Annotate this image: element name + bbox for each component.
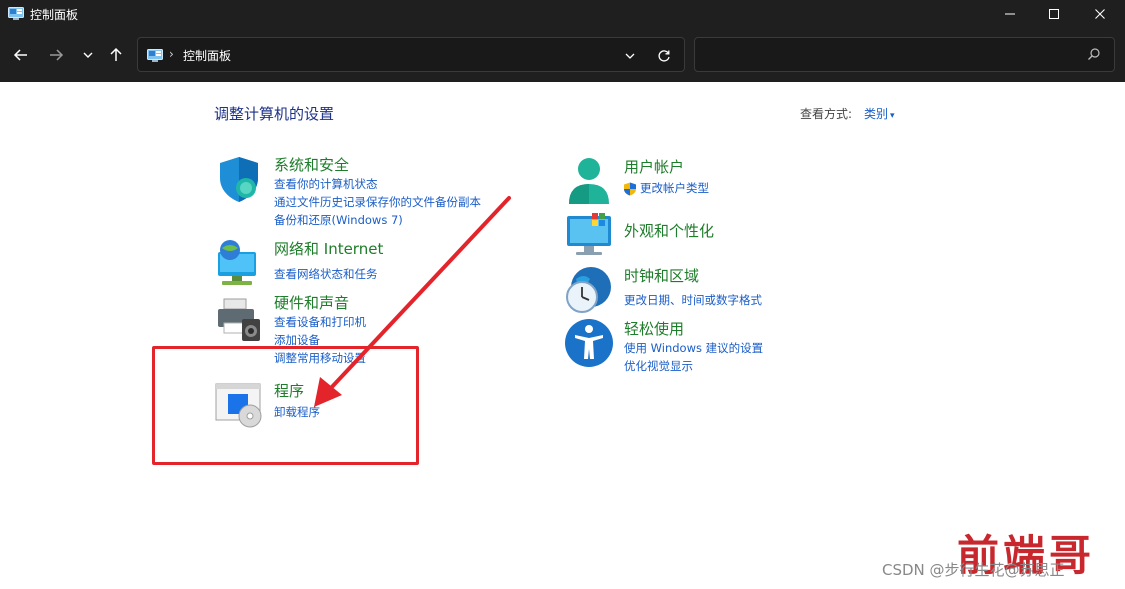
control-panel-icon bbox=[8, 7, 24, 20]
category-title-ease-of-access[interactable]: 轻松使用 bbox=[624, 318, 684, 339]
forward-button[interactable] bbox=[43, 42, 69, 68]
breadcrumb-control-panel[interactable]: 控制面板 bbox=[183, 47, 231, 64]
category-title-user-accounts[interactable]: 用户帐户 bbox=[624, 156, 684, 177]
minimize-button[interactable] bbox=[987, 0, 1033, 28]
minimize-icon bbox=[1005, 13, 1015, 15]
link-date-time-format[interactable]: 更改日期、时间或数字格式 bbox=[624, 292, 762, 308]
link-view-computer-status[interactable]: 查看你的计算机状态 bbox=[274, 176, 378, 192]
back-button[interactable] bbox=[8, 42, 34, 68]
title-bar: 控制面板 bbox=[0, 0, 1125, 28]
link-devices-printers[interactable]: 查看设备和打印机 bbox=[274, 314, 366, 330]
address-dropdown-button[interactable] bbox=[620, 46, 640, 66]
view-by-dropdown[interactable]: 类别 ▾ bbox=[864, 105, 895, 122]
back-arrow-icon bbox=[13, 49, 27, 61]
category-title-hardware-sound[interactable]: 硬件和声音 bbox=[274, 292, 349, 313]
page-title: 调整计算机的设置 bbox=[214, 105, 335, 123]
breadcrumb-separator[interactable]: › bbox=[169, 47, 174, 61]
link-change-account-type[interactable]: 更改帐户类型 bbox=[640, 180, 709, 196]
chevron-down-icon bbox=[625, 53, 635, 59]
refresh-icon bbox=[658, 50, 670, 62]
control-panel-icon bbox=[147, 49, 163, 62]
printer-speaker-icon bbox=[218, 298, 260, 341]
content-area: 调整计算机的设置 查看方式: 类别 ▾ 系统和安全 查看你的计算机状态 通过文件历… bbox=[0, 82, 1125, 589]
category-title-clock-region[interactable]: 时钟和区域 bbox=[624, 265, 699, 286]
window-title: 控制面板 bbox=[30, 8, 79, 22]
maximize-button[interactable] bbox=[1031, 0, 1077, 28]
address-bar[interactable]: › 控制面板 bbox=[137, 37, 685, 72]
accessibility-icon bbox=[565, 319, 613, 367]
view-by-label: 查看方式: bbox=[800, 107, 853, 121]
close-icon bbox=[1095, 9, 1105, 19]
monitor-icon bbox=[567, 213, 611, 255]
network-globe-icon bbox=[218, 240, 256, 285]
csdn-watermark: CSDN @步行生花@苏思正 bbox=[882, 561, 1065, 579]
search-icon bbox=[1088, 48, 1100, 60]
link-recommended-settings[interactable]: 使用 Windows 建议的设置 bbox=[624, 340, 763, 356]
up-arrow-icon bbox=[110, 47, 122, 61]
caret-down-icon: ▾ bbox=[890, 111, 895, 121]
recent-locations-button[interactable] bbox=[75, 42, 101, 68]
link-file-history[interactable]: 通过文件历史记录保存你的文件备份副本 bbox=[274, 194, 481, 210]
navigation-bar: › 控制面板 bbox=[0, 28, 1125, 82]
user-icon bbox=[569, 158, 609, 204]
clock-globe-icon bbox=[566, 267, 611, 313]
view-by-value[interactable]: 类别 bbox=[864, 107, 888, 121]
chevron-down-icon bbox=[83, 52, 93, 58]
search-input[interactable] bbox=[703, 44, 1073, 66]
forward-arrow-icon bbox=[50, 49, 64, 61]
category-title-network-internet[interactable]: 网络和 Internet bbox=[274, 238, 383, 259]
up-button[interactable] bbox=[103, 42, 129, 68]
link-network-status[interactable]: 查看网络状态和任务 bbox=[274, 266, 378, 282]
link-backup-restore[interactable]: 备份和还原(Windows 7) bbox=[274, 212, 403, 228]
shield-icon bbox=[220, 157, 258, 202]
uac-shield-icon bbox=[624, 182, 636, 196]
link-optimize-visual-display[interactable]: 优化视觉显示 bbox=[624, 358, 693, 374]
category-title-appearance[interactable]: 外观和个性化 bbox=[624, 220, 714, 241]
category-title-system-security[interactable]: 系统和安全 bbox=[274, 154, 349, 175]
annotation-highlight-box bbox=[152, 346, 419, 465]
close-button[interactable] bbox=[1077, 0, 1123, 28]
search-box[interactable] bbox=[694, 37, 1115, 72]
maximize-icon bbox=[1049, 9, 1059, 19]
refresh-button[interactable] bbox=[654, 46, 674, 66]
